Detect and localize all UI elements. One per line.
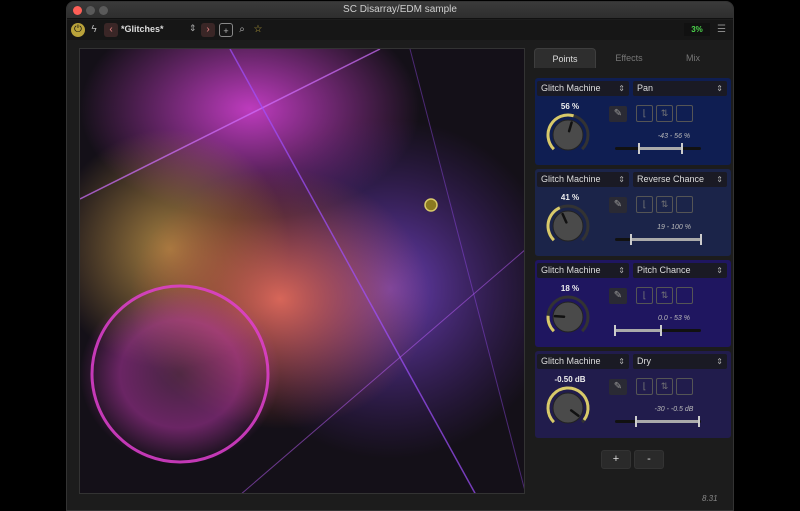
range-text: -30 - -0.5 dB bbox=[654, 406, 694, 413]
window-title: SC Disarray/EDM sample bbox=[343, 4, 457, 15]
menu-icon[interactable]: ☰ bbox=[717, 24, 726, 35]
range-text: 19 - 100 % bbox=[657, 224, 691, 231]
param-knob[interactable] bbox=[545, 294, 591, 340]
point-panel: Glitch Machine ⇕ Pan ⇕ 56 % ✎ ⌊ ⇅ -43 - 56… bbox=[535, 78, 731, 165]
cpu-meter: 3% bbox=[684, 23, 710, 36]
range-handle-min[interactable] bbox=[638, 143, 641, 154]
source-select[interactable]: Glitch Machine ⇕ bbox=[537, 354, 629, 369]
preset-dropdown-icon[interactable]: ⇕ bbox=[189, 23, 197, 34]
chevron-updown-icon: ⇕ bbox=[716, 84, 723, 93]
param-value: 56 % bbox=[560, 102, 580, 111]
range-handle-max[interactable] bbox=[659, 325, 662, 336]
invert-icon[interactable]: ⇅ bbox=[656, 378, 673, 395]
range-slider[interactable] bbox=[614, 325, 701, 336]
chevron-updown-icon: ⇕ bbox=[716, 357, 723, 366]
param-select[interactable]: Dry ⇕ bbox=[633, 354, 727, 369]
range-fill bbox=[635, 420, 700, 423]
param-knob[interactable] bbox=[545, 112, 591, 158]
range-slider[interactable] bbox=[615, 143, 701, 154]
range-handle-max[interactable] bbox=[700, 234, 702, 245]
pencil-icon[interactable]: ✎ bbox=[609, 197, 627, 213]
tab-effects[interactable]: Effects bbox=[598, 48, 660, 68]
preset-name[interactable]: *Glitches* bbox=[121, 24, 164, 34]
param-value: -0.50 dB bbox=[554, 375, 586, 384]
add-point-button[interactable]: + bbox=[601, 450, 631, 469]
tab-mix[interactable]: Mix bbox=[662, 48, 724, 68]
source-select[interactable]: Glitch Machine ⇕ bbox=[537, 81, 629, 96]
point-panel: Glitch Machine ⇕ Pitch Chance ⇕ 18 % ✎ ⌊ ⇅… bbox=[535, 260, 731, 347]
chevron-updown-icon: ⇕ bbox=[618, 266, 625, 275]
range-handle-max[interactable] bbox=[698, 416, 701, 427]
range-fill bbox=[615, 329, 661, 332]
remove-point-button[interactable]: - bbox=[634, 450, 664, 469]
range-text: -43 - 56 % bbox=[657, 133, 691, 140]
plugin-window: SC Disarray/EDM sample ⏻ ϟ ‹ *Glitches* … bbox=[66, 1, 734, 511]
chevron-updown-icon: ⇕ bbox=[618, 357, 625, 366]
range-handle-min[interactable] bbox=[614, 325, 616, 336]
pad-blob-pink bbox=[80, 284, 280, 464]
tab-bar: Points Effects Mix bbox=[534, 48, 724, 68]
param-value: 41 % bbox=[560, 193, 580, 202]
pencil-icon[interactable]: ✎ bbox=[609, 379, 627, 395]
pad-cursor-point[interactable] bbox=[424, 198, 438, 212]
point-panel: Glitch Machine ⇕ Dry ⇕ -0.50 dB ✎ ⌊ ⇅ -30 … bbox=[535, 351, 731, 438]
title-bar: SC Disarray/EDM sample bbox=[67, 2, 733, 19]
param-select[interactable]: Reverse Chance ⇕ bbox=[633, 172, 727, 187]
curve-icon[interactable]: ⌊ bbox=[636, 105, 653, 122]
chevron-updown-icon: ⇕ bbox=[716, 175, 723, 184]
param-select[interactable]: Pitch Chance ⇕ bbox=[633, 263, 727, 278]
power-icon[interactable]: ⏻ bbox=[71, 23, 85, 37]
chevron-updown-icon: ⇕ bbox=[716, 266, 723, 275]
xy-pad[interactable] bbox=[79, 48, 525, 494]
pencil-icon[interactable]: ✎ bbox=[609, 106, 627, 122]
toolbar: ⏻ ϟ ‹ *Glitches* ⇕ › + ⌕ ☆ 3% ☰ bbox=[67, 20, 733, 40]
range-fill bbox=[631, 238, 701, 241]
range-handle-max[interactable] bbox=[681, 143, 684, 154]
range-handle-min[interactable] bbox=[630, 234, 633, 245]
chevron-left-icon[interactable]: ‹ bbox=[104, 23, 118, 37]
invert-icon[interactable]: ⇅ bbox=[656, 287, 673, 304]
param-knob[interactable] bbox=[545, 203, 591, 249]
chevron-updown-icon: ⇕ bbox=[618, 175, 625, 184]
checkbox[interactable] bbox=[676, 287, 693, 304]
checkbox[interactable] bbox=[676, 105, 693, 122]
source-select[interactable]: Glitch Machine ⇕ bbox=[537, 172, 629, 187]
chevron-right-icon[interactable]: › bbox=[201, 23, 215, 37]
save-icon[interactable]: + bbox=[219, 23, 233, 37]
tab-points[interactable]: Points bbox=[534, 48, 596, 68]
pencil-icon[interactable]: ✎ bbox=[609, 288, 627, 304]
curve-icon[interactable]: ⌊ bbox=[636, 196, 653, 213]
version-label: 8.31 bbox=[702, 494, 718, 503]
invert-icon[interactable]: ⇅ bbox=[656, 196, 673, 213]
range-text: 0.0 - 53 % bbox=[658, 315, 690, 322]
range-slider[interactable] bbox=[615, 234, 702, 245]
curve-icon[interactable]: ⌊ bbox=[636, 287, 653, 304]
checkbox[interactable] bbox=[676, 378, 693, 395]
star-icon[interactable]: ☆ bbox=[251, 23, 265, 37]
param-select[interactable]: Pan ⇕ bbox=[633, 81, 727, 96]
param-value: 18 % bbox=[560, 284, 580, 293]
search-icon[interactable]: ⌕ bbox=[235, 23, 249, 37]
range-fill bbox=[639, 147, 683, 150]
range-slider[interactable] bbox=[615, 416, 701, 427]
range-handle-min[interactable] bbox=[634, 416, 637, 427]
curve-icon[interactable]: ⌊ bbox=[636, 378, 653, 395]
chevron-updown-icon: ⇕ bbox=[618, 84, 625, 93]
checkbox[interactable] bbox=[676, 196, 693, 213]
source-select[interactable]: Glitch Machine ⇕ bbox=[537, 263, 629, 278]
point-panel: Glitch Machine ⇕ Reverse Chance ⇕ 41 % ✎ ⌊… bbox=[535, 169, 731, 256]
param-knob[interactable] bbox=[545, 385, 591, 431]
invert-icon[interactable]: ⇅ bbox=[656, 105, 673, 122]
bolt-icon[interactable]: ϟ bbox=[87, 23, 101, 37]
